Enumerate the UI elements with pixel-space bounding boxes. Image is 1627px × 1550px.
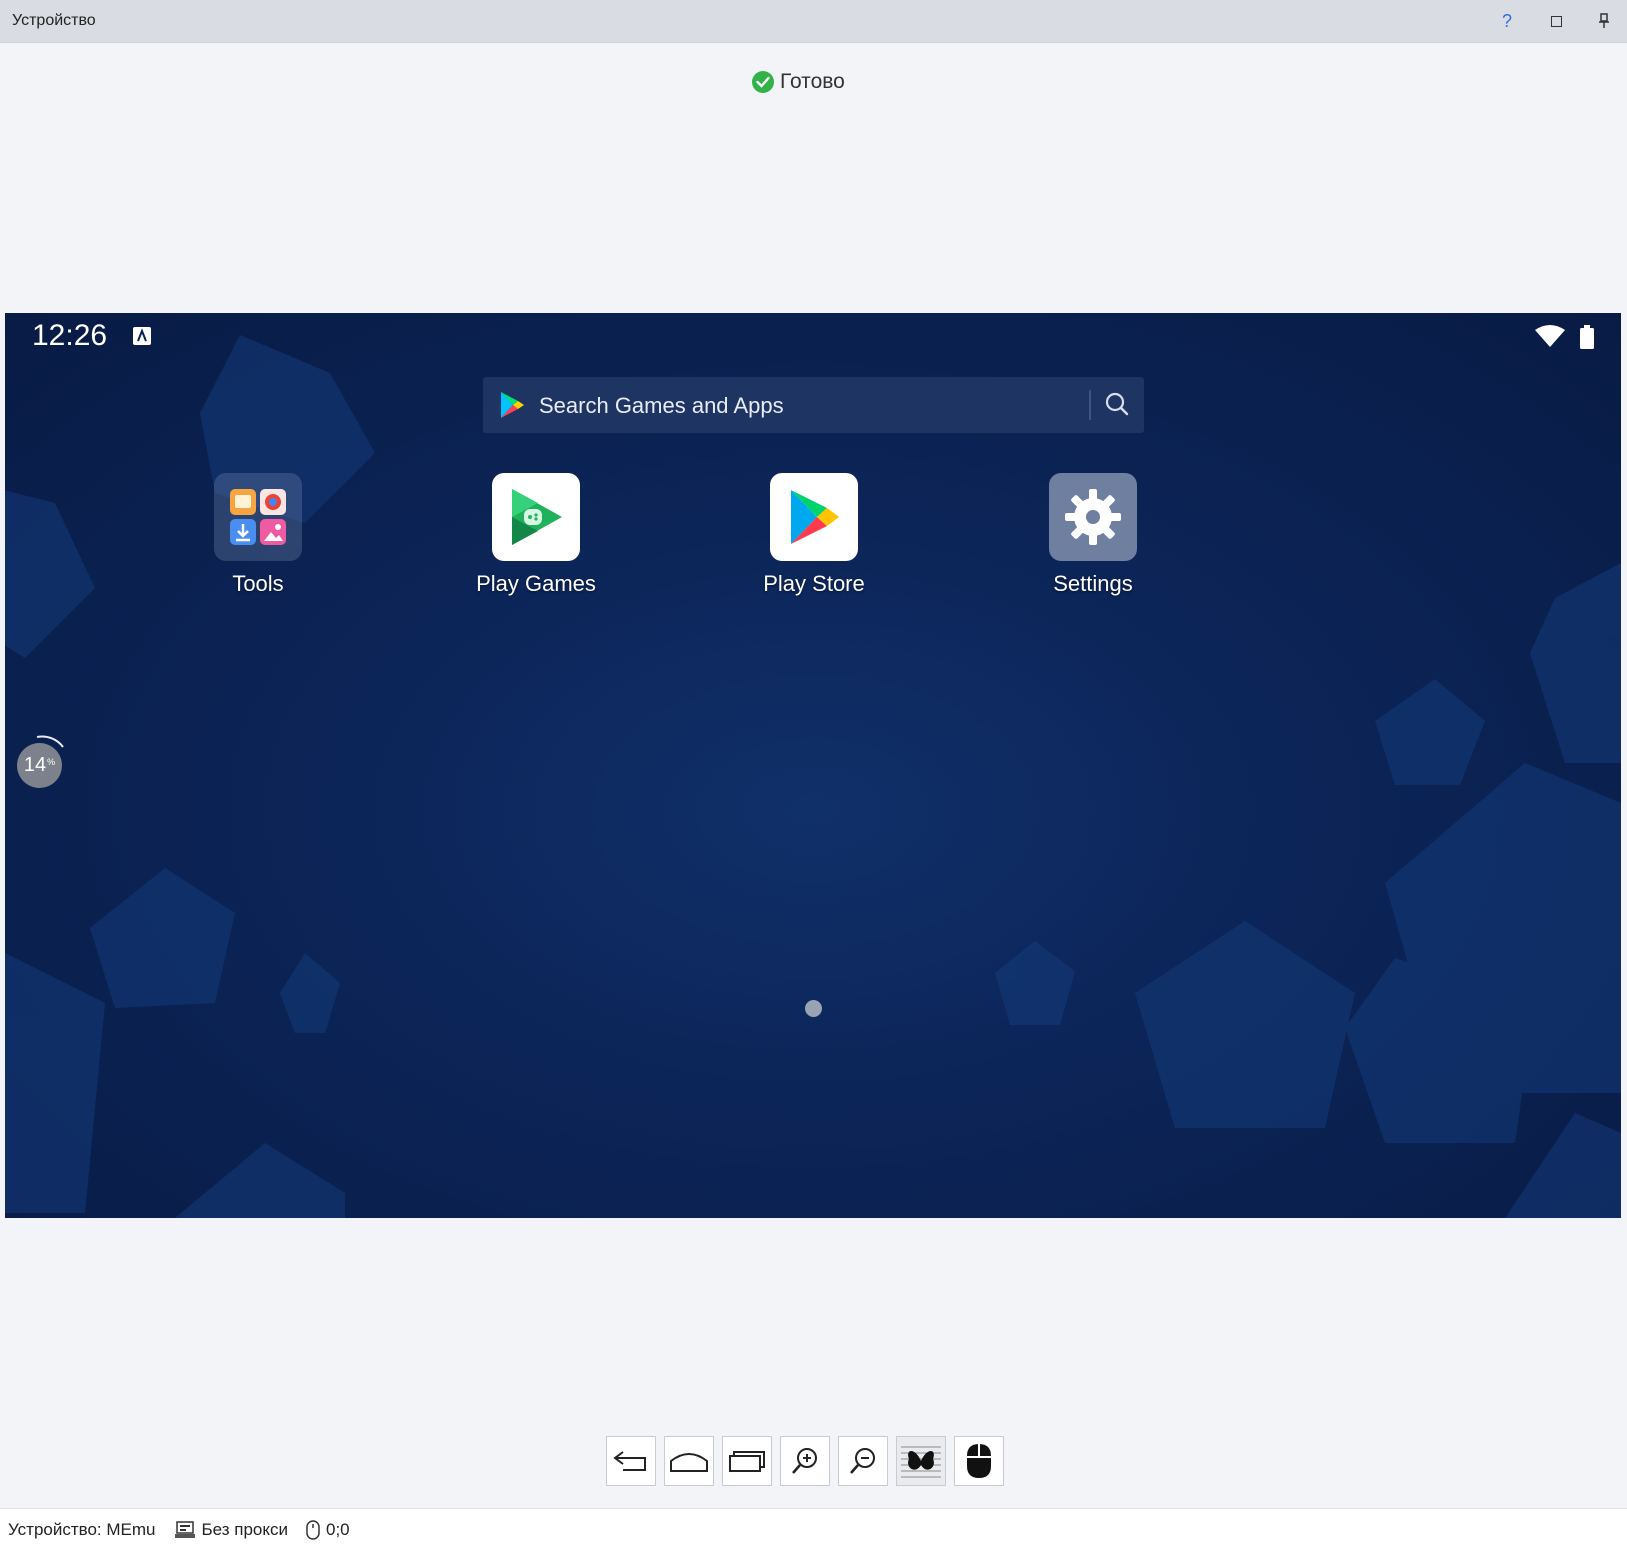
device-screen[interactable]: 12:26 Search Games and Apps Tools Play G… <box>5 313 1621 1218</box>
recent-apps-icon <box>729 1451 765 1472</box>
search-icon[interactable] <box>1104 391 1130 417</box>
app-label: Settings <box>1053 571 1133 596</box>
progress-circle: 14% <box>17 743 62 788</box>
play-store-icon <box>770 473 858 561</box>
back-icon <box>613 1451 646 1471</box>
coordinates: 0;0 <box>306 1520 350 1540</box>
notification-icon <box>133 327 151 345</box>
maximize-button[interactable] <box>1540 6 1572 36</box>
check-icon <box>752 71 774 93</box>
recent-apps-button[interactable] <box>722 1436 772 1486</box>
zoom-in-icon <box>792 1448 817 1474</box>
device-control-toolbar <box>606 1436 1004 1486</box>
ready-status: Готово <box>752 68 845 96</box>
butterfly-icon <box>901 1446 941 1478</box>
proxy-label: Без прокси <box>201 1519 289 1539</box>
progress-unit: % <box>47 756 56 767</box>
status-clock: 12:26 <box>32 319 108 352</box>
help-button[interactable]: ? <box>1491 6 1523 36</box>
window-titlebar: Устройство ? <box>0 0 1627 43</box>
battery-icon <box>1580 325 1594 349</box>
search-placeholder: Search Games and Apps <box>539 393 784 418</box>
search-divider <box>1089 390 1091 420</box>
mouse-button[interactable] <box>954 1436 1004 1486</box>
tools-folder-icon <box>214 473 302 561</box>
pin-icon <box>1599 13 1609 28</box>
play-games-icon <box>492 473 580 561</box>
zoom-out-button[interactable] <box>838 1436 888 1486</box>
progress-value: 14 <box>23 754 47 776</box>
google-play-icon <box>501 392 524 418</box>
search-games-bar[interactable]: Search Games and Apps <box>483 377 1144 433</box>
device-name: Устройство: MEmu <box>8 1519 156 1539</box>
wallpaper <box>5 335 1621 1218</box>
app-settings[interactable]: Settings <box>1013 473 1173 597</box>
zoom-out-icon <box>850 1448 875 1474</box>
app-tools[interactable]: Tools <box>178 473 338 597</box>
help-icon: ? <box>1501 10 1512 31</box>
proxy-icon <box>174 1520 195 1538</box>
home-icon <box>670 1453 708 1472</box>
pin-button[interactable] <box>1588 6 1620 36</box>
zoom-in-button[interactable] <box>780 1436 830 1486</box>
mouse-outline-icon <box>306 1519 320 1540</box>
progress-indicator: 14% <box>11 733 64 788</box>
maximize-icon <box>1550 15 1562 27</box>
settings-gear-icon <box>1049 473 1137 561</box>
coordinates-value: 0;0 <box>326 1519 350 1539</box>
app-label: Tools <box>232 571 284 596</box>
app-play-store[interactable]: Play Store <box>734 473 894 597</box>
app-label: Play Store <box>763 571 865 596</box>
app-play-games[interactable]: Play Games <box>456 473 616 597</box>
statusbar: Устройство: MEmu Без прокси 0;0 <box>0 1508 1627 1550</box>
ready-status-text: Готово <box>780 70 845 93</box>
wifi-icon <box>1535 325 1565 347</box>
back-button[interactable] <box>606 1436 656 1486</box>
butterfly-button[interactable] <box>896 1436 946 1486</box>
home-button[interactable] <box>664 1436 714 1486</box>
app-label: Play Games <box>476 571 596 596</box>
mouse-icon <box>967 1444 991 1478</box>
page-indicator-dot <box>805 1000 822 1017</box>
window-title: Устройство <box>12 12 96 29</box>
proxy-status[interactable]: Без прокси <box>174 1519 289 1540</box>
